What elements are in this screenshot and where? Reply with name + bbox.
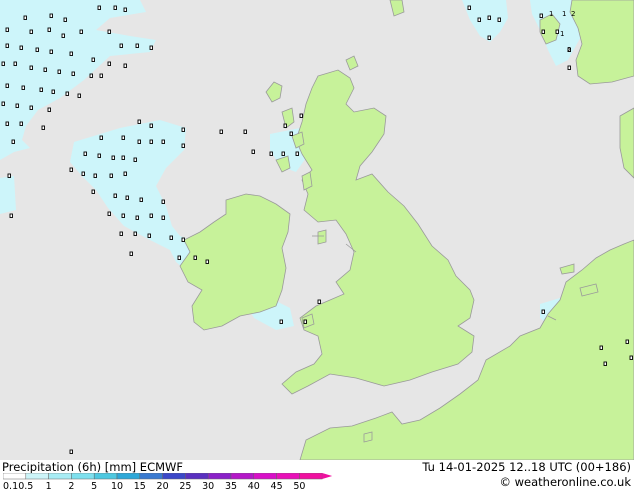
legend-swatch xyxy=(230,473,255,480)
legend-label: 35 xyxy=(225,481,237,490)
legend-label: 25 xyxy=(179,481,191,490)
map-footer: Precipitation (6h) [mm] ECMWF Tu 14-01-2… xyxy=(0,460,634,490)
legend-label: 15 xyxy=(134,481,146,490)
legend-swatch xyxy=(116,473,141,480)
legend-label: 40 xyxy=(248,481,260,490)
legend-label: 0.1 xyxy=(3,481,18,490)
legend-label: 10 xyxy=(111,481,123,490)
valid-datetime: Tu 14-01-2025 12..18 UTC (00+186) xyxy=(422,460,631,474)
precipitation-legend: 0.1 0.5 1 2 5 10 15 20 25 30 35 40 45 50 xyxy=(3,473,333,490)
legend-swatch xyxy=(276,473,300,480)
product-title: Precipitation (6h) [mm] ECMWF xyxy=(2,460,184,474)
legend-swatch xyxy=(299,473,323,480)
legend-swatch xyxy=(207,473,232,480)
precip-number: 1 xyxy=(560,30,564,38)
legend-swatches xyxy=(3,473,333,480)
legend-label: 2 xyxy=(68,481,74,490)
legend-label: 45 xyxy=(271,481,283,490)
precip-number: 2 xyxy=(571,10,575,18)
legend-swatch xyxy=(253,473,277,480)
legend-label: 30 xyxy=(202,481,214,490)
precip-number: 2 xyxy=(567,46,571,54)
legend-label: 0.5 xyxy=(18,481,33,490)
precipitation-map: 1 1 2 1 2 xyxy=(0,0,634,460)
legend-swatch xyxy=(139,473,163,480)
legend-swatch xyxy=(93,473,118,480)
legend-swatch xyxy=(162,473,186,480)
legend-label: 50 xyxy=(293,481,305,490)
legend-swatch xyxy=(3,473,27,480)
legend-label: 1 xyxy=(46,481,52,490)
legend-swatch xyxy=(71,473,95,480)
legend-label: 5 xyxy=(91,481,97,490)
precip-number: 1 xyxy=(549,10,553,18)
legend-swatch xyxy=(25,473,49,480)
precip-number: 1 xyxy=(562,10,566,18)
legend-label: 20 xyxy=(157,481,169,490)
legend-labels: 0.1 0.5 1 2 5 10 15 20 25 30 35 40 45 50 xyxy=(3,481,305,490)
legend-swatch xyxy=(48,473,72,480)
site-credit[interactable]: © weatheronline.co.uk xyxy=(499,475,631,489)
legend-arrow xyxy=(322,473,333,479)
legend-swatch xyxy=(185,473,209,480)
